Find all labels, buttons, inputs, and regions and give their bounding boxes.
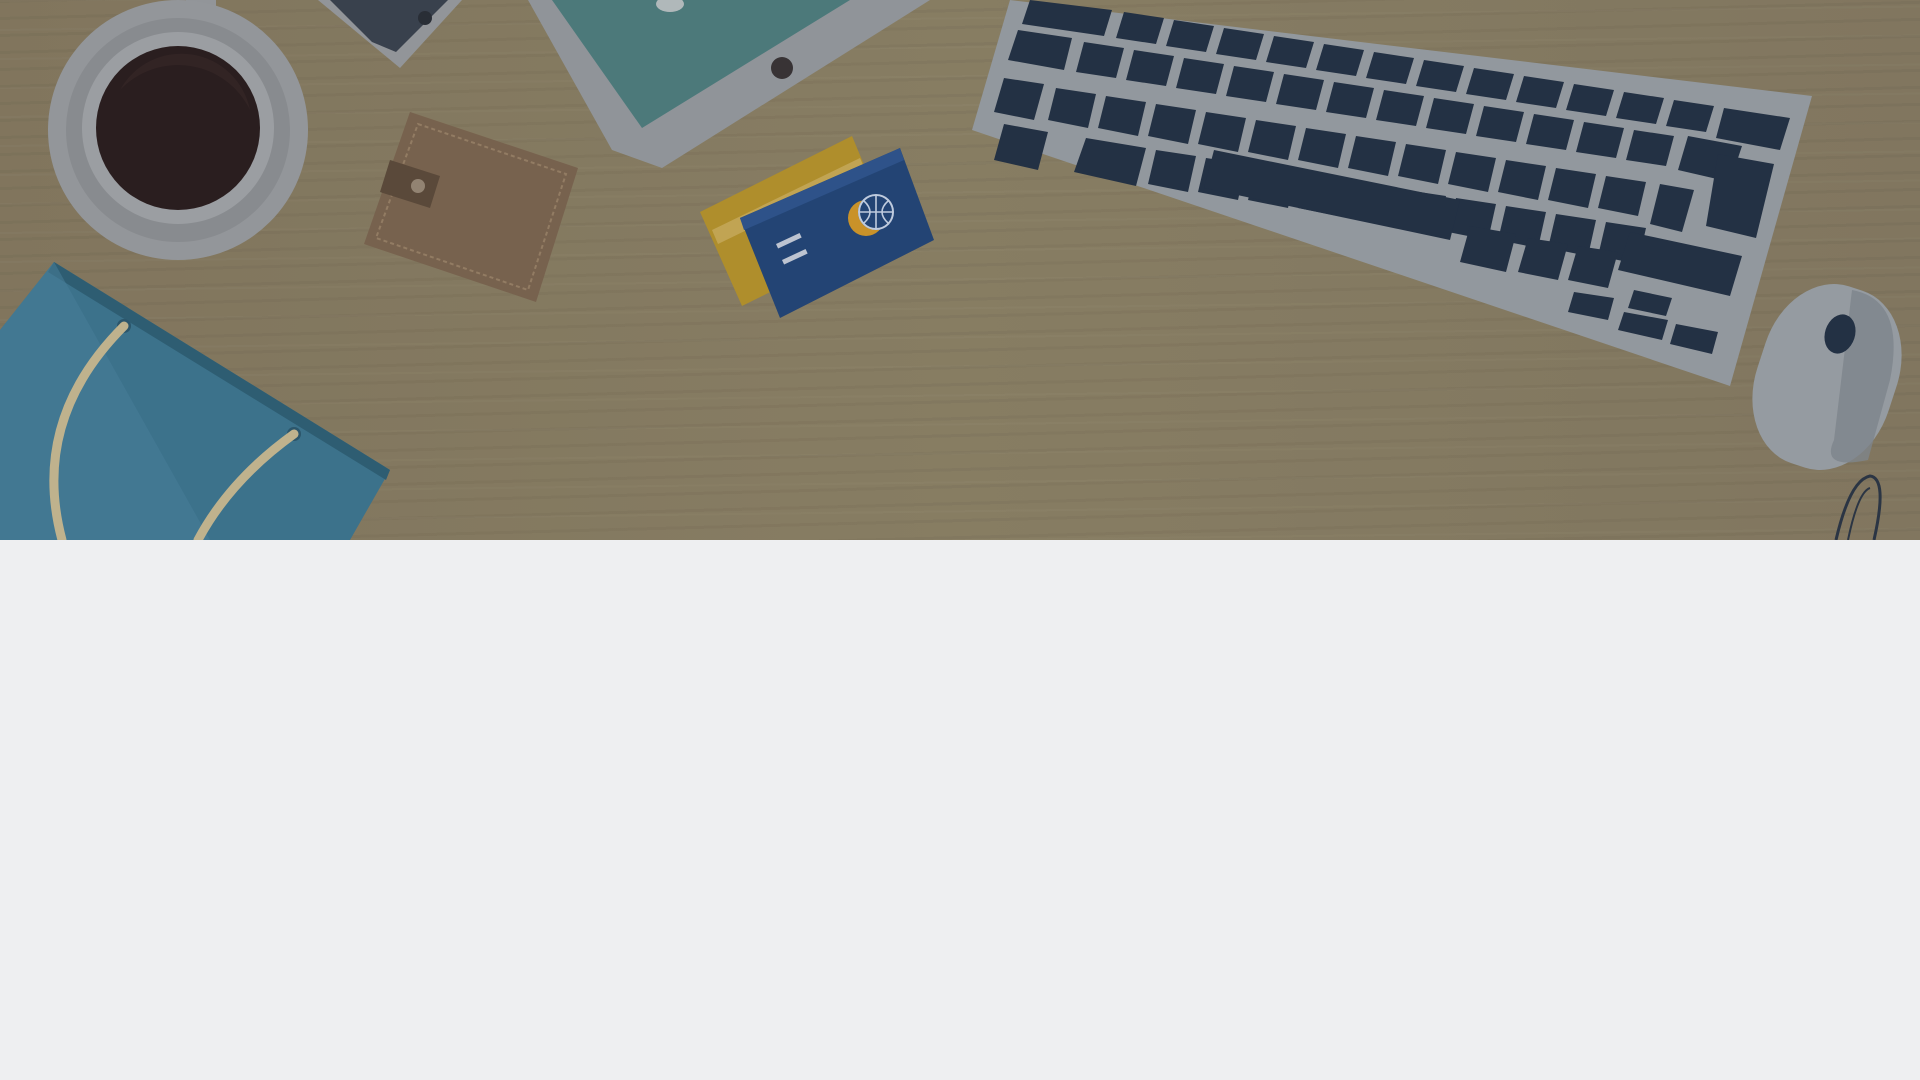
- keyboard-icon: [972, 0, 1812, 386]
- earphones-icon: [1834, 474, 1882, 540]
- desk-illustration: [0, 0, 1902, 540]
- page: [0, 0, 1920, 1080]
- mouse-icon: [1752, 284, 1902, 470]
- tablet-icon: [528, 0, 930, 168]
- hero-banner: [0, 0, 1920, 540]
- credit-cards-icon: [700, 136, 934, 318]
- coffee-cup-icon: [48, 0, 308, 260]
- shopping-bag-icon: [0, 262, 390, 540]
- content-area: [0, 540, 1920, 1080]
- wallet-icon: [364, 112, 578, 302]
- smartphone-icon: [318, 0, 462, 68]
